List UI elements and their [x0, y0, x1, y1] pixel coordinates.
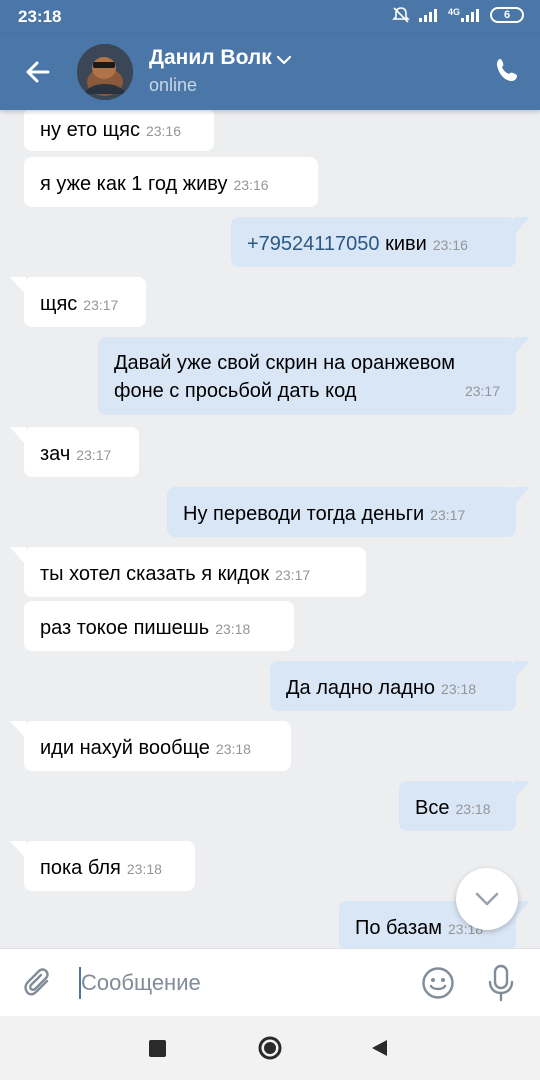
message-time: 23:18 [455, 801, 491, 817]
contact-name[interactable]: Данил Волк [149, 46, 272, 70]
status-bar: 23:18 4G 6 [0, 0, 540, 34]
message-outgoing[interactable]: Да ладно ладно 23:18 [270, 661, 530, 711]
message-outgoing[interactable]: +79524117050 киви 23:16 [231, 217, 530, 267]
message-text: Все [415, 797, 450, 819]
microphone-icon[interactable] [486, 964, 516, 1002]
message-incoming[interactable]: раз токое пишешь 23:18 [24, 601, 294, 651]
message-text: пока бля [40, 857, 121, 879]
bubble-tail [10, 277, 26, 295]
message-incoming[interactable]: зач 23:17 [10, 427, 139, 477]
message-text: Да ладно ладно [286, 677, 436, 699]
message-time: 23:18 [441, 681, 477, 697]
message-text: иди нахуй вообще [40, 737, 210, 759]
message-incoming[interactable]: иди нахуй вообще 23:18 [10, 721, 291, 771]
message-time: 23:17 [275, 567, 311, 583]
message-time: 23:18 [215, 741, 251, 757]
paperclip-icon[interactable] [22, 965, 56, 1001]
avatar[interactable] [77, 44, 133, 100]
bubble-tail [10, 427, 26, 445]
message-text: ну ето щяс [40, 119, 140, 141]
message-incoming[interactable]: щяс 23:17 [10, 277, 146, 327]
bubble-tail [10, 841, 26, 859]
message-text: щяс [40, 293, 78, 315]
message-outgoing[interactable]: Ну переводи тогда деньги 23:17 [167, 487, 530, 537]
message-time: 23:16 [233, 177, 269, 193]
triangle-icon[interactable] [370, 1038, 390, 1058]
message-text: киви [379, 233, 427, 255]
mute-bell-icon [392, 7, 410, 23]
scroll-down-button[interactable] [456, 868, 518, 930]
message-time: 23:17 [464, 383, 500, 399]
chevron-down-icon[interactable] [276, 54, 292, 66]
message-text: зач [40, 443, 71, 465]
status-time: 23:18 [18, 7, 62, 26]
message-incoming[interactable]: ну ето щяс 23:16 [24, 110, 214, 151]
message-text: я уже как 1 год живу [40, 173, 228, 195]
message-text: Давай уже свой скрин на оранжевом фоне с… [114, 352, 456, 402]
square-icon[interactable] [149, 1040, 166, 1057]
signal-icon-2 [461, 9, 479, 22]
signal-icon [418, 9, 437, 22]
message-text: По базам [355, 917, 442, 939]
phone-icon[interactable] [492, 56, 522, 86]
message-incoming[interactable]: ты хотел сказать я кидок 23:17 [10, 547, 366, 597]
message-time: 23:18 [126, 861, 162, 877]
chevron-down-icon [475, 892, 499, 906]
message-input[interactable] [81, 967, 401, 999]
contact-status: online [149, 75, 198, 95]
bubble-tail [514, 487, 530, 505]
bubble-tail [514, 781, 530, 799]
message-text: раз токое пишешь [40, 617, 210, 639]
chat-header: Данил Волк online [0, 34, 540, 110]
message-text: Ну переводи тогда деньги [183, 503, 425, 525]
bubble-tail [10, 721, 26, 739]
phone-link[interactable]: +79524117050 [247, 233, 380, 255]
message-incoming[interactable]: пока бля 23:18 [10, 841, 195, 891]
avatar-image [77, 44, 133, 100]
bubble-tail [514, 337, 530, 355]
message-time: 23:17 [83, 297, 119, 313]
message-list[interactable]: ну ето щяс 23:16 я уже как 1 год живу 23:1… [0, 110, 540, 948]
system-nav-bar [0, 1016, 540, 1080]
message-time: 23:16 [145, 123, 182, 139]
message-outgoing[interactable]: Давай уже свой скрин на оранжевом фоне с… [98, 337, 530, 415]
bubble-tail [10, 547, 26, 565]
smile-icon[interactable] [421, 966, 455, 1000]
message-text: ты хотел сказать я кидок [40, 563, 270, 585]
battery-icon: 6 [490, 7, 524, 23]
message-time: 23:17 [430, 507, 466, 523]
network-type: 4G [447, 7, 460, 17]
message-outgoing[interactable]: Все 23:18 [399, 781, 530, 831]
message-time: 23:18 [215, 621, 251, 637]
message-incoming[interactable]: я уже как 1 год живу 23:16 [24, 157, 318, 207]
message-time: 23:17 [76, 447, 112, 463]
message-composer [0, 948, 540, 1016]
message-time: 23:16 [432, 237, 468, 253]
circle-icon[interactable] [258, 1036, 282, 1060]
bubble-tail [514, 661, 530, 679]
bubble-tail [514, 217, 530, 235]
status-icons: 4G 6 [392, 6, 524, 24]
arrow-left-icon[interactable] [20, 54, 56, 90]
